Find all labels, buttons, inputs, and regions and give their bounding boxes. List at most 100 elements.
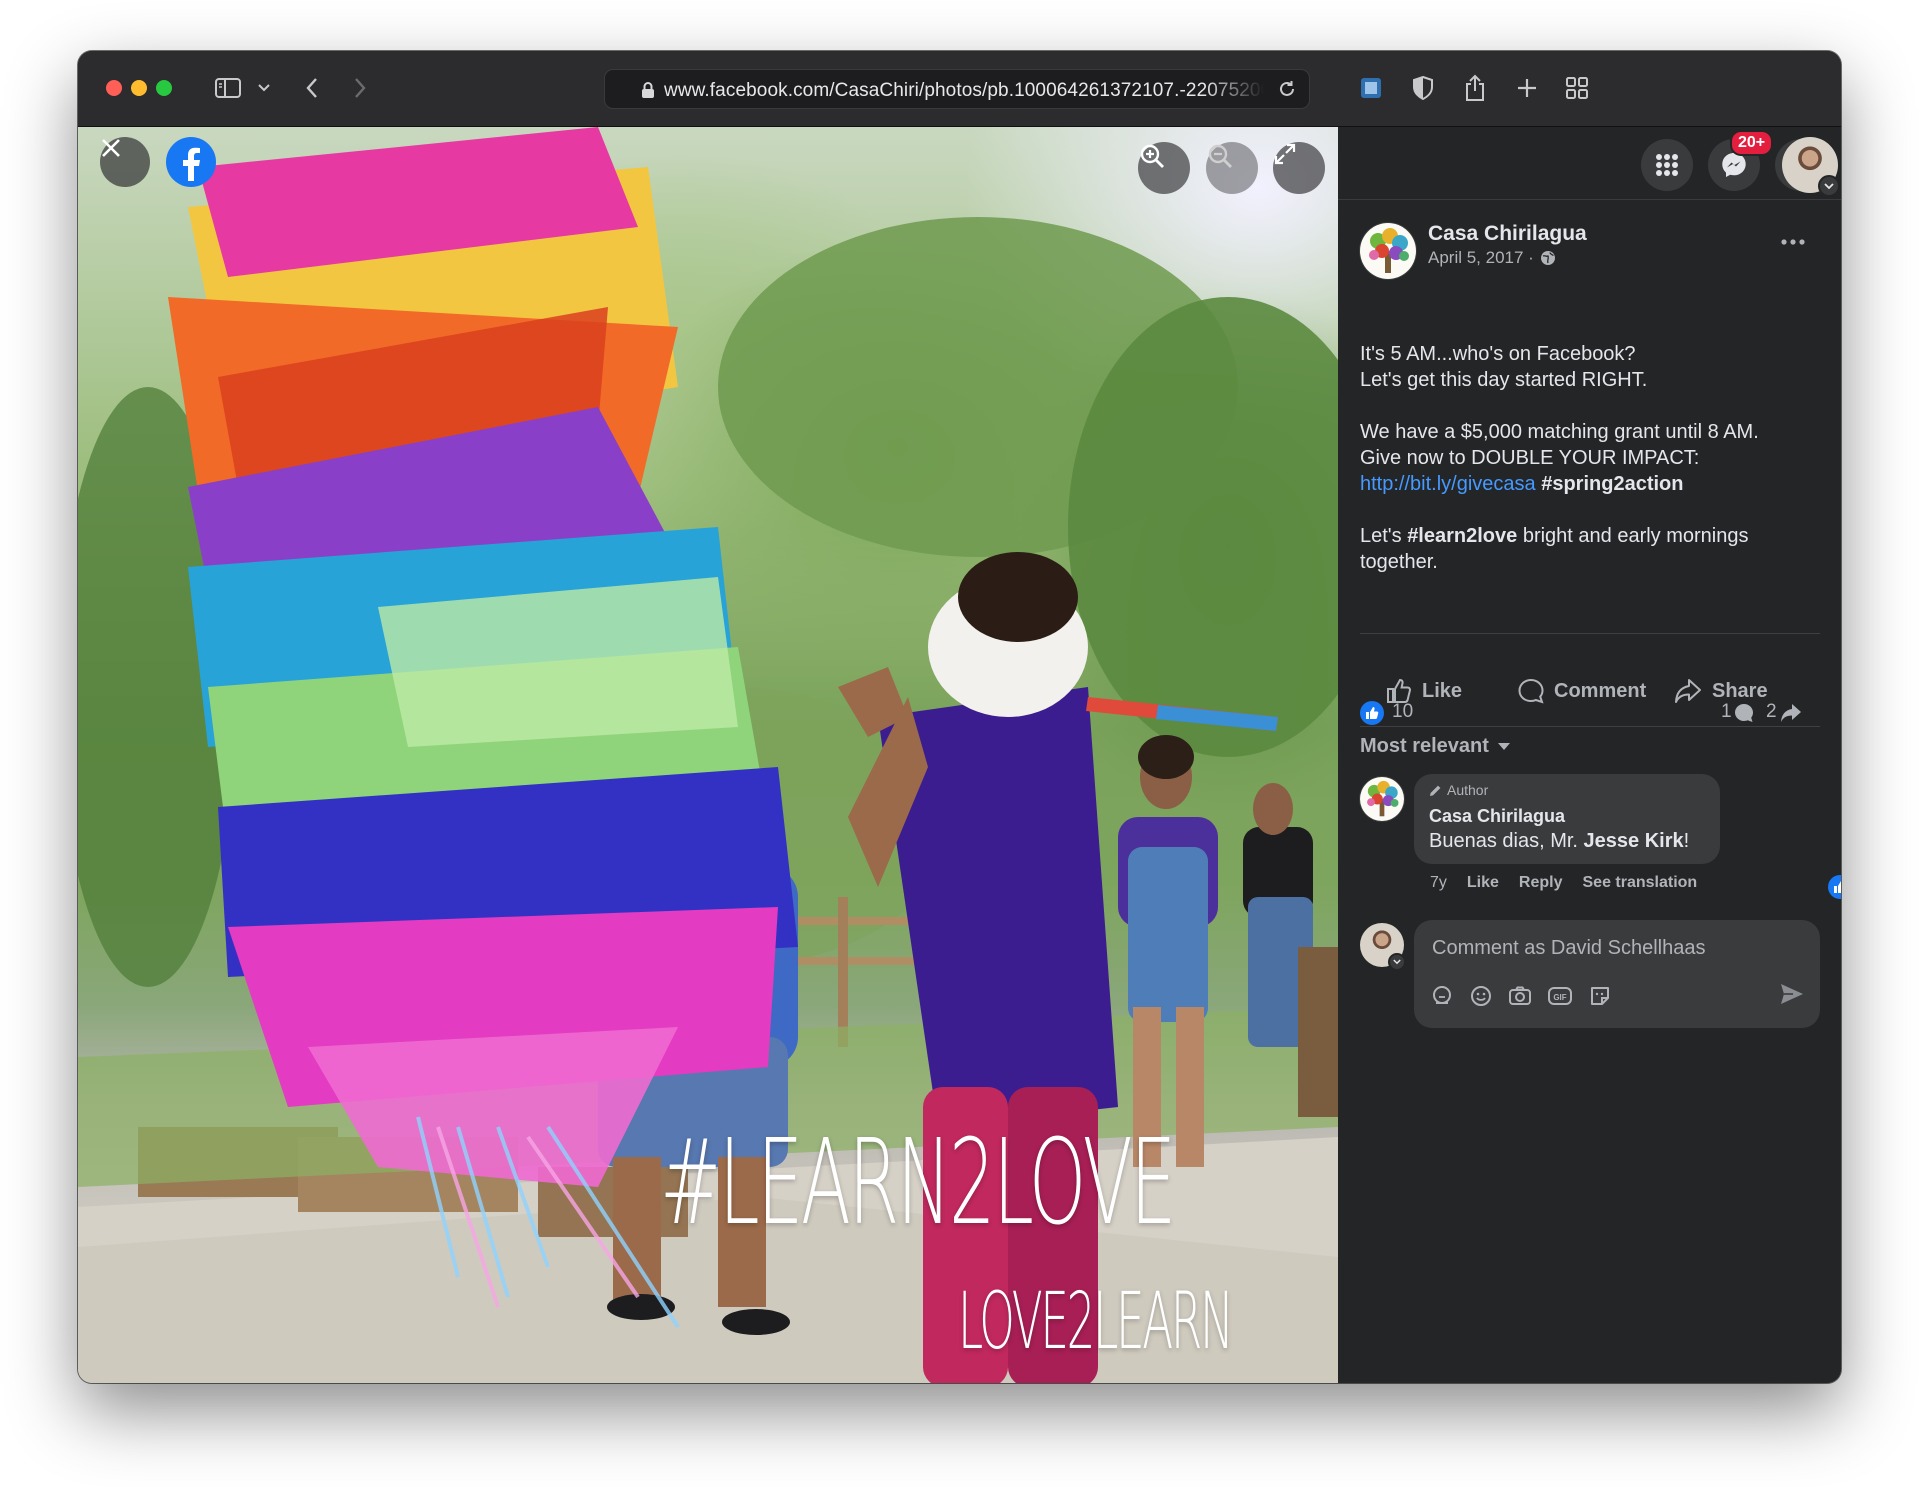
comment-age[interactable]: 7y	[1430, 874, 1447, 892]
url-text: www.facebook.com/CasaChiri/photos/pb.100…	[664, 80, 1264, 101]
divider	[1360, 633, 1820, 634]
comment-like-reaction-icon[interactable]	[1828, 875, 1841, 899]
new-tab-icon[interactable]	[1512, 71, 1542, 105]
author-badge: Author	[1429, 782, 1488, 798]
comment-text: Buenas dias, Mr. Jesse Kirk!	[1429, 830, 1689, 853]
facebook-top-nav: 20+	[1338, 127, 1841, 200]
post-text-line: Let's get this day started RIGHT.	[1360, 369, 1648, 391]
share-button-label: Share	[1712, 679, 1768, 702]
comment-button[interactable]: Comment	[1518, 667, 1646, 715]
like-button-label: Like	[1422, 679, 1463, 702]
like-reaction-icon[interactable]	[1360, 701, 1384, 725]
reload-icon[interactable]	[1277, 79, 1297, 104]
post-date-text: April 5, 2017 ·	[1428, 248, 1534, 267]
grid-menu-icon	[1656, 154, 1678, 176]
see-translation-button[interactable]: See translation	[1583, 874, 1698, 892]
camera-icon[interactable]	[1508, 984, 1532, 1008]
comment-like-button[interactable]: Like	[1467, 874, 1499, 892]
donation-link[interactable]: http://bit.ly/givecasa	[1360, 473, 1536, 495]
fullscreen-button[interactable]	[1273, 142, 1325, 194]
share-count-icon	[1781, 704, 1801, 722]
post-text-line: Let's #learn2love bright and early morni…	[1360, 523, 1820, 549]
send-comment-button[interactable]	[1780, 983, 1804, 1005]
shield-icon[interactable]	[1408, 71, 1438, 105]
photo-viewer[interactable]: #LEARN2LOVE LOVE2LEARN	[78, 127, 1338, 1383]
forward-icon[interactable]	[348, 71, 372, 105]
menu-button[interactable]	[1641, 139, 1693, 191]
zoom-in-button[interactable]	[1138, 142, 1190, 194]
like-button[interactable]: Like	[1386, 667, 1462, 715]
zoom-out-icon	[1208, 144, 1232, 168]
comment-text-fragment: Buenas dias, Mr.	[1429, 830, 1584, 852]
globe-icon	[1540, 251, 1555, 265]
comment-sort-dropdown[interactable]: Most relevant	[1360, 735, 1511, 758]
comment-icon	[1518, 678, 1544, 704]
author-badge-label: Author	[1447, 782, 1489, 798]
send-icon	[1781, 984, 1803, 1004]
comment-reply-button[interactable]: Reply	[1519, 874, 1563, 892]
more-dots-icon	[1781, 239, 1805, 245]
comment-actions: 7y Like Reply See translation	[1430, 874, 1697, 892]
mentioned-user[interactable]: Jesse Kirk	[1584, 830, 1684, 852]
thumbs-up-icon	[1366, 707, 1379, 719]
hashtag-spring2action[interactable]: #spring2action	[1541, 473, 1683, 495]
thumbs-up-icon	[1387, 678, 1411, 703]
commenter-avatar[interactable]	[1360, 777, 1404, 821]
avatar-sticker-icon[interactable]	[1430, 984, 1454, 1008]
facebook-logo-icon	[183, 147, 200, 181]
pencil-icon	[1430, 785, 1441, 796]
close-photo-button[interactable]	[100, 137, 150, 187]
emoji-icon[interactable]	[1469, 984, 1493, 1008]
post-text-line: It's 5 AM...who's on Facebook?	[1360, 343, 1636, 365]
post-text-line: We have a $5,000 matching grant until 8 …	[1360, 421, 1759, 443]
address-bar[interactable]: www.facebook.com/CasaChiri/photos/pb.100…	[604, 69, 1310, 109]
post-timestamp[interactable]: April 5, 2017 ·	[1428, 248, 1556, 268]
expand-icon	[1274, 143, 1296, 165]
post-text-line: Give now to DOUBLE YOUR IMPACT:	[1360, 447, 1700, 469]
facebook-home-link[interactable]	[166, 137, 216, 187]
back-icon[interactable]	[300, 71, 324, 105]
comment-author-name[interactable]: Casa Chirilagua	[1429, 806, 1565, 827]
post-text-fragment: Let's	[1360, 525, 1408, 547]
chevron-down-icon[interactable]	[1818, 175, 1840, 197]
close-icon	[102, 139, 120, 157]
comment-button-label: Comment	[1554, 679, 1647, 702]
post-options-button[interactable]	[1776, 231, 1810, 253]
post-text-fragment: bright and early mornings	[1517, 525, 1749, 547]
minimize-window-button[interactable]	[131, 80, 147, 96]
comment-composer: GIF	[1414, 920, 1820, 1028]
share-page-icon[interactable]	[1460, 71, 1490, 105]
tree-logo-icon	[1367, 780, 1399, 817]
hashtag-learn2love[interactable]: #learn2love	[1407, 525, 1517, 547]
extension-icon[interactable]	[1356, 71, 1386, 105]
caret-down-icon	[1497, 743, 1510, 750]
post-sidebar: 20+ Casa Chirilagua April 5, 2017 · It's…	[1338, 127, 1841, 1383]
composer-tools: GIF	[1430, 984, 1612, 1008]
photo-overlay-hashtag: #LEARN2LOVE	[660, 1113, 1176, 1251]
share-button[interactable]: Share	[1674, 667, 1768, 715]
lock-icon	[641, 81, 655, 104]
post-link-line: http://bit.ly/givecasa #spring2action	[1360, 471, 1820, 497]
divider	[1360, 726, 1820, 727]
sidebar-toggle-icon[interactable]	[212, 71, 244, 105]
zoom-in-icon	[1140, 144, 1164, 168]
thumbs-up-icon	[1834, 881, 1841, 893]
gif-icon[interactable]: GIF	[1547, 984, 1573, 1008]
close-window-button[interactable]	[106, 80, 122, 96]
page-avatar[interactable]	[1360, 223, 1416, 279]
zoom-out-button[interactable]	[1206, 142, 1258, 194]
comment-text-fragment: !	[1683, 830, 1690, 852]
zoom-window-button[interactable]	[156, 80, 172, 96]
svg-text:GIF: GIF	[1553, 993, 1566, 1002]
chevron-down-icon[interactable]	[1388, 953, 1406, 971]
sticker-icon[interactable]	[1588, 984, 1612, 1008]
tree-logo-icon	[1369, 228, 1409, 273]
photo-overlay-tagline: LOVE2LEARN	[958, 1277, 1234, 1367]
notification-count-badge: 20+	[1730, 130, 1774, 156]
browser-toolbar: www.facebook.com/CasaChiri/photos/pb.100…	[78, 51, 1841, 127]
chevron-down-icon[interactable]	[256, 71, 272, 105]
comment-bubble: Author Casa Chirilagua Buenas dias, Mr. …	[1414, 774, 1720, 864]
post-author-name[interactable]: Casa Chirilagua	[1428, 222, 1587, 246]
comment-input[interactable]	[1430, 932, 1774, 964]
tab-overview-icon[interactable]	[1562, 71, 1592, 105]
